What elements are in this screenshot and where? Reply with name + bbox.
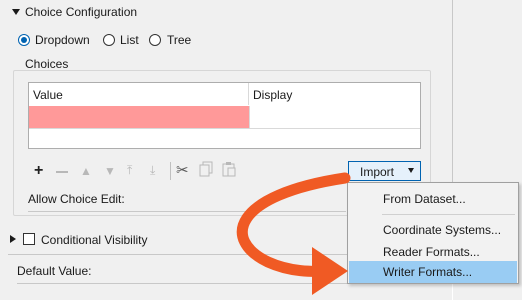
minus-icon[interactable] <box>56 171 68 173</box>
radio-tree-label: Tree <box>167 33 192 47</box>
import-button-label: Import <box>360 165 395 179</box>
cut-icon[interactable]: ✂ <box>176 161 189 179</box>
conditional-visibility-label: Conditional Visibility <box>41 233 148 247</box>
menu-item-from-dataset[interactable]: From Dataset... <box>349 188 517 210</box>
column-header-display-label: Display <box>253 88 293 102</box>
default-value-label: Default Value: <box>17 264 92 278</box>
menu-separator <box>382 214 515 215</box>
row-divider <box>29 128 420 129</box>
radio-list[interactable] <box>103 34 115 46</box>
allow-choice-edit-field[interactable] <box>28 211 346 212</box>
menu-item-reader-formats[interactable]: Reader Formats... <box>349 241 517 263</box>
table-cell-value[interactable] <box>29 106 249 128</box>
allow-choice-edit-label: Allow Choice Edit: <box>28 192 125 206</box>
plus-icon[interactable]: + <box>34 162 43 180</box>
menu-item-coordinate-systems[interactable]: Coordinate Systems... <box>349 219 517 241</box>
radio-tree[interactable] <box>149 34 161 46</box>
expand-triangle-icon[interactable] <box>10 235 16 243</box>
move-down-icon[interactable]: ▼ <box>104 164 116 178</box>
import-menu: From Dataset... Coordinate Systems... Re… <box>347 182 519 284</box>
column-header-display[interactable]: Display <box>249 83 420 105</box>
paste-icon[interactable] <box>222 161 236 180</box>
move-bottom-icon[interactable]: ⤓ <box>150 163 155 178</box>
move-top-icon[interactable]: ⤒ <box>127 163 132 178</box>
collapse-triangle-icon[interactable] <box>12 9 20 15</box>
table-cell-display[interactable] <box>249 106 420 128</box>
copy-icon[interactable] <box>199 161 213 180</box>
column-header-value-label: Value <box>33 88 63 102</box>
move-up-icon[interactable]: ▲ <box>80 164 92 178</box>
radio-dropdown-label: Dropdown <box>35 33 90 47</box>
radio-dropdown[interactable] <box>18 34 30 46</box>
dropdown-arrow-icon <box>408 168 414 173</box>
conditional-visibility-checkbox[interactable] <box>23 233 35 245</box>
default-value-field[interactable] <box>17 283 347 284</box>
radio-list-label: List <box>120 33 139 47</box>
import-button[interactable]: Import <box>348 161 421 181</box>
toolbar-divider <box>170 162 171 180</box>
menu-item-writer-formats[interactable]: Writer Formats... <box>349 261 517 283</box>
choices-table[interactable]: Value Display <box>28 82 421 149</box>
section-title: Choice Configuration <box>25 5 138 19</box>
choices-label: Choices <box>25 57 69 71</box>
column-header-value[interactable]: Value <box>29 83 249 105</box>
